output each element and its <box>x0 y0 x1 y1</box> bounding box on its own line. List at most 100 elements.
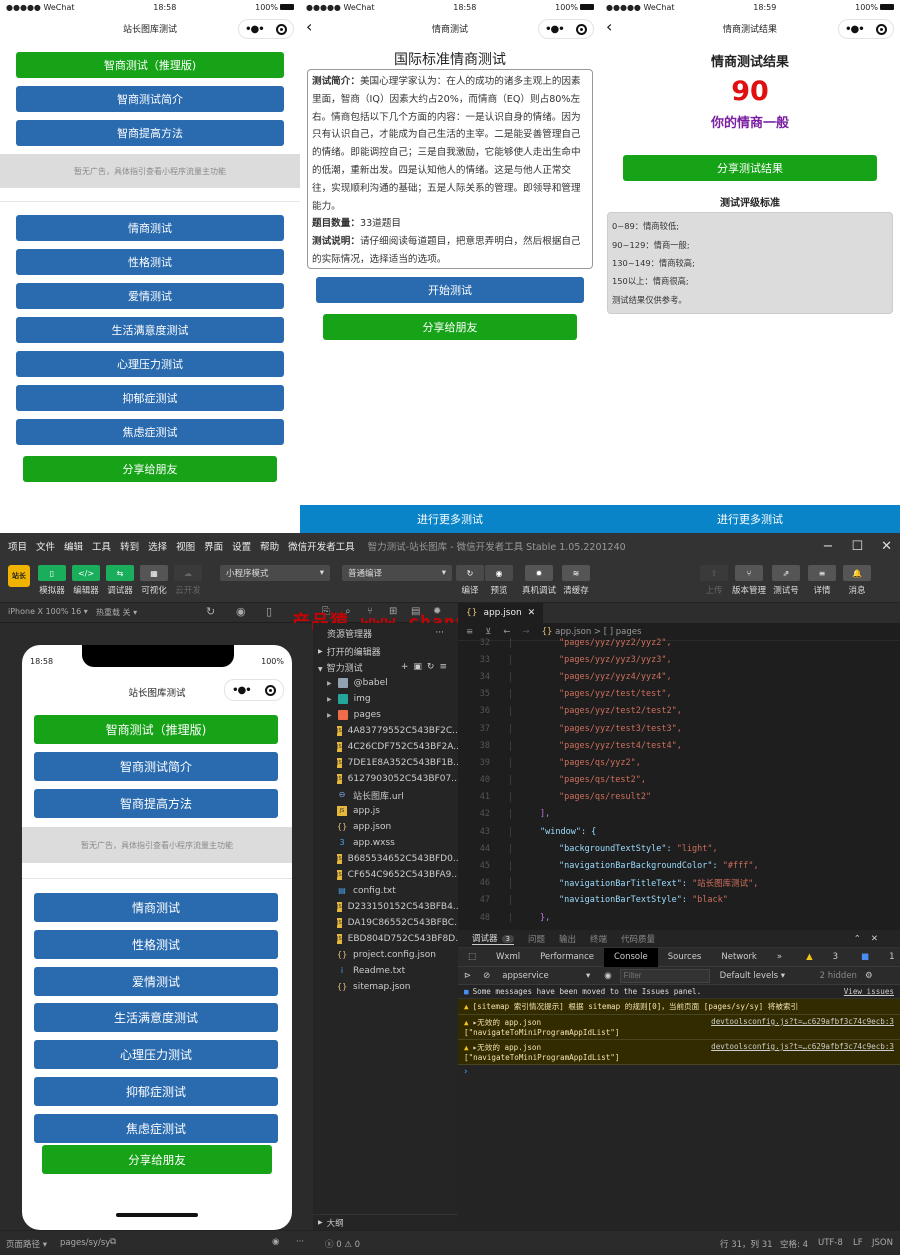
test-button[interactable]: 焦虑症测试 <box>34 1113 278 1143</box>
file-tree-item[interactable]: ▶ @babel <box>313 675 458 691</box>
file-tree-item[interactable]: JS DA19C86552C543BFBC... <box>313 915 458 931</box>
files-icon[interactable]: ⎘ <box>322 606 330 617</box>
file-tree-item[interactable]: {} sitemap.json <box>313 979 458 995</box>
menu-item[interactable]: 选择 <box>148 539 167 553</box>
share-result-button[interactable]: 分享测试结果 <box>623 155 877 181</box>
code-lines[interactable]: 32 "pages/yyz/yyz2/yyz2", 33 "pages/yyz/yyz… <box>458 634 900 922</box>
test-button[interactable]: 抑郁症测试 <box>16 385 284 411</box>
issue-counts[interactable]: ▲ 3 ■ 1 <box>792 948 900 967</box>
toolbar-cloud-button[interactable]: ☁ 云开发 <box>174 565 202 596</box>
mode-select[interactable]: 小程序模式 ▾ <box>220 565 330 581</box>
cursor-position[interactable]: 行 31，列 31 <box>720 1238 773 1250</box>
toolbar-button[interactable]: ⑂ 版本管理 <box>732 565 766 596</box>
file-tree-item[interactable]: ▶ img <box>313 691 458 707</box>
menu-item[interactable]: 微信开发者工具 <box>288 539 355 553</box>
toolbar-code-button[interactable]: </> 编辑器 <box>72 565 100 596</box>
menu-button[interactable]: 智商测试（推理版) <box>34 715 278 744</box>
test-button[interactable]: 心理压力测试 <box>16 351 284 377</box>
test-button[interactable]: 焦虑症测试 <box>16 419 284 445</box>
menu-button[interactable]: 智商测试（推理版) <box>16 52 284 78</box>
menu-button[interactable]: 智商测试简介 <box>34 752 278 781</box>
file-tree-item[interactable]: JS app.js <box>313 803 458 819</box>
search-icon[interactable]: ⌕ <box>345 606 351 617</box>
toolbar-phone-button[interactable]: ▯ 模拟器 <box>38 565 66 596</box>
devtools-tab[interactable]: Wxml <box>486 948 530 967</box>
test-button[interactable]: 爱情测试 <box>34 966 278 996</box>
problems-indicator[interactable]: ⓧ 0 ⚠ 0 <box>325 1238 360 1250</box>
menu-item[interactable]: 文件 <box>36 539 55 553</box>
panel-tab[interactable]: 代码质量 <box>621 933 655 945</box>
eye-icon[interactable]: ◉ <box>596 971 619 981</box>
toolbar-button[interactable]: ⇗ 测试号 <box>772 565 800 596</box>
toolbar-button[interactable]: ≋ 清缓存 <box>562 565 590 596</box>
compile-select[interactable]: 普通编译 ▾ <box>342 565 452 581</box>
more-icon[interactable]: ··· <box>435 628 444 638</box>
back-icon[interactable]: ‹ <box>606 18 612 36</box>
close-icon[interactable]: ✕ <box>881 539 892 554</box>
page-path-label[interactable]: 页面路径 ▾ <box>6 1238 47 1250</box>
file-tree-item[interactable]: {} project.config.json <box>313 947 458 963</box>
devtools-tab[interactable]: Console <box>603 947 658 967</box>
menu-item[interactable]: 转到 <box>120 539 139 553</box>
toolbar-button[interactable]: ≡ 详情 <box>808 565 836 596</box>
maximize-icon[interactable]: ☐ <box>851 539 863 554</box>
hotreload-toggle[interactable]: 热重载 关 ▾ <box>96 607 137 618</box>
test-button[interactable]: 爱情测试 <box>16 283 284 309</box>
menu-item[interactable]: 帮助 <box>260 539 279 553</box>
file-tree-item[interactable]: JS D233150152C543BFB4... <box>313 899 458 915</box>
menu-item[interactable]: 设置 <box>232 539 251 553</box>
share-to-friend-button[interactable]: 分享给朋友 <box>42 1145 272 1174</box>
inspect-icon[interactable]: ⬚ <box>458 948 486 967</box>
close-miniprogram-icon[interactable] <box>875 23 887 35</box>
devtools-tab[interactable]: Performance <box>530 948 604 967</box>
more-icon[interactable]: •●• <box>232 685 251 696</box>
console-filter-input[interactable] <box>619 968 710 983</box>
minimize-icon[interactable]: − <box>823 539 834 554</box>
file-tree-item[interactable]: ▤ config.txt <box>313 883 458 899</box>
save-icon[interactable]: ▤ <box>411 606 420 617</box>
file-tree-item[interactable]: JS 4A83779552C543BF2C... <box>313 723 458 739</box>
close-tab-icon[interactable]: ✕ <box>528 608 536 618</box>
menu-button[interactable]: 智商提高方法 <box>16 120 284 146</box>
toolbar-button[interactable]: ↻ 编译 <box>456 565 484 596</box>
toolbar-button[interactable]: ⇪ 上传 <box>700 565 728 596</box>
outline-section[interactable]: ▶ 大纲 <box>313 1214 458 1230</box>
explorer-actions[interactable]: +▣↻≡ <box>401 662 452 672</box>
more-icon[interactable]: •●• <box>545 24 564 35</box>
extensions-icon[interactable]: ⊞ <box>389 606 397 617</box>
panel-tab[interactable]: 终端 <box>590 933 607 945</box>
panel-tab[interactable]: 问题 <box>528 933 545 945</box>
toolbar-debug-button[interactable]: ⇆ 调试器 <box>106 565 134 596</box>
file-tree-item[interactable]: ⊖ 站长图库.url <box>313 787 458 803</box>
share-to-friend-button[interactable]: 分享给朋友 <box>23 456 277 482</box>
clear-console-icon[interactable]: ⊘ <box>477 971 496 981</box>
devtools-tab[interactable]: Network <box>711 948 767 967</box>
test-button[interactable]: 抑郁症测试 <box>34 1076 278 1106</box>
sidebar-toggle-icon[interactable]: ⊳ <box>458 971 477 981</box>
file-tree-item[interactable]: JS 7DE1E8A352C543BF1B... <box>313 755 458 771</box>
console-prompt[interactable]: › <box>458 1065 900 1079</box>
test-button[interactable]: 生活满意度测试 <box>16 317 284 343</box>
open-editors-section[interactable]: ▶ 打开的编辑器 <box>313 643 458 659</box>
file-tree-item[interactable]: JS B685534652C543BFD0... <box>313 851 458 867</box>
back-icon[interactable]: ‹ <box>306 18 312 36</box>
file-tree-item[interactable]: 3 app.wxss <box>313 835 458 851</box>
context-select[interactable]: appservice ▾ <box>496 971 596 981</box>
menu-item[interactable]: 编辑 <box>64 539 83 553</box>
eol[interactable]: LF <box>853 1238 863 1248</box>
panel-tab[interactable]: 调试器 3 <box>472 932 514 945</box>
panel-tab[interactable]: 输出 <box>559 933 576 945</box>
record-icon[interactable]: ◉ <box>236 605 246 618</box>
language-mode[interactable]: JSON <box>872 1238 893 1248</box>
eye-icon[interactable]: ◉ <box>272 1237 279 1247</box>
file-tree-item[interactable]: ▶ pages <box>313 707 458 723</box>
test-button[interactable]: 性格测试 <box>16 249 284 275</box>
source-link[interactable]: devtoolsconfig.js?t=…c629afbf3c74c9ecb:3 <box>711 1017 894 1037</box>
close-miniprogram-icon[interactable] <box>575 23 587 35</box>
file-tree-item[interactable]: JS 6127903052C543BF07... <box>313 771 458 787</box>
test-button[interactable]: 情商测试 <box>16 215 284 241</box>
file-tree-item[interactable]: {} app.json <box>313 819 458 835</box>
devtools-tab[interactable]: Sources <box>658 948 712 967</box>
log-levels-select[interactable]: Default levels ▾ <box>720 971 816 981</box>
device-icon[interactable]: ▯ <box>266 605 272 618</box>
